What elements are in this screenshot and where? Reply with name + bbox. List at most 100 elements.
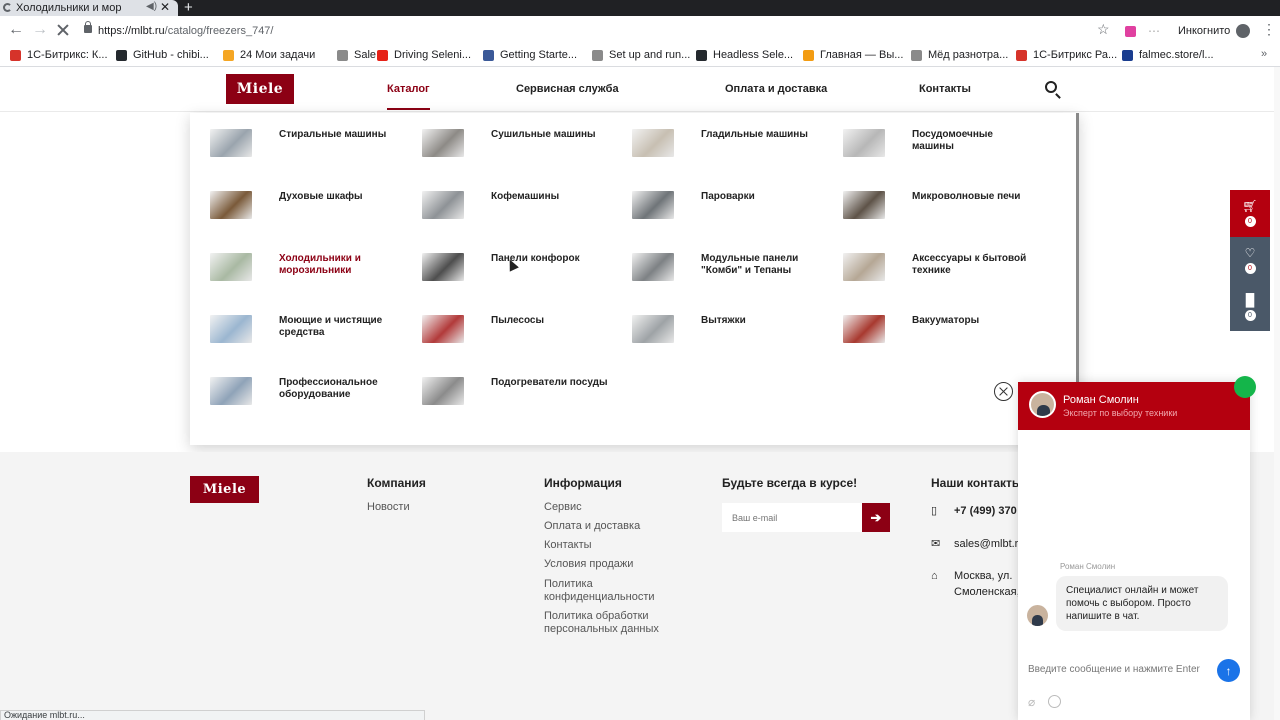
extension-icon[interactable] [1125,26,1136,37]
footer-link-data-policy[interactable]: Политика обработки персональных данных [544,610,674,636]
cart-count: 0 [1244,216,1256,227]
catalog-item[interactable]: Кофемашины [422,191,622,233]
catalog-item[interactable]: Моющие и чистящие средства [210,315,410,357]
chat-widget: Роман Смолин Эксперт по выбору техники Р… [1018,376,1256,720]
footer-email[interactable]: sales@mlbt.ru [954,536,1024,552]
compare-button[interactable]: ▐▌ 0 [1230,284,1270,331]
bookmark-item[interactable]: Driving Seleni... [377,49,471,61]
footer-link-contacts[interactable]: Контакты [544,539,674,552]
bookmarks-bar: » 1С-Битрикс: К... GitHub - chibi... 24 Мо… [0,46,1280,67]
miele-logo[interactable]: Miele [226,74,294,104]
chat-header[interactable]: Роман Смолин Эксперт по выбору техники [1018,376,1256,430]
footer-miele-logo[interactable]: Miele [190,476,259,503]
emoji-icon[interactable] [1048,695,1061,708]
bookmark-favicon-icon [696,49,707,61]
bookmark-item[interactable]: GitHub - chibi... [116,49,209,61]
catalog-item[interactable]: Холодильники и морозильники [210,253,410,295]
chat-message-input[interactable]: Введите сообщение и нажмите Enter [1028,664,1213,675]
bookmark-item[interactable]: Set up and run... [592,49,690,61]
back-icon[interactable]: ← [8,21,24,39]
catalog-item[interactable]: Подогреватели посуды [422,377,622,419]
nav-payment-delivery[interactable]: Оплата и доставка [725,83,827,95]
tab-close-icon[interactable]: ✕ [160,0,170,14]
bookmark-item[interactable]: Мёд разнотра... [911,49,1008,61]
nav-service[interactable]: Сервисная служба [516,83,619,95]
catalog-item-image [843,315,885,343]
extension-icon-2[interactable]: ⋯ [1148,24,1160,38]
catalog-item-label: Духовые шкафы [279,191,363,202]
favorites-count: 0 [1244,263,1256,274]
catalog-item[interactable]: Стиральные машины [210,129,410,171]
bookmark-item[interactable]: Главная — Вы... [803,49,903,61]
bookmark-favicon-icon [10,49,21,61]
catalog-item[interactable]: Посудомоечные машины [843,129,1043,171]
catalog-item-label: Стиральные машины [279,129,387,140]
page-scrollbar[interactable] [1274,67,1280,720]
footer-link-news[interactable]: Новости [367,501,497,514]
catalog-item[interactable]: Модульные панели "Комби" и Тепаны [632,253,832,295]
close-chat-icon[interactable] [994,382,1013,401]
agent-role: Эксперт по выбору техники [1063,408,1178,418]
address-bar[interactable]: https://mlbt.ru/catalog/freezers_747/ [98,25,274,37]
catalog-item[interactable]: Гладильные машины [632,129,832,171]
tab-title: Холодильники и мор [16,2,122,14]
arrow-up-icon: ↑ [1225,663,1232,678]
catalog-item[interactable]: Вытяжки [632,315,832,357]
new-tab-icon[interactable]: + [184,0,193,16]
bookmarks-overflow-icon[interactable]: » [1261,48,1267,60]
subscribe-button[interactable]: ➔ [862,503,890,532]
message-author: Роман Смолин [1060,562,1116,571]
bookmark-label: 24 Мои задачи [240,49,316,61]
incognito-icon[interactable] [1236,24,1250,38]
footer-link-payment[interactable]: Оплата и доставка [544,520,674,533]
lock-icon[interactable] [84,21,92,33]
catalog-scrollbar[interactable] [1076,113,1079,383]
footer-address-line1: Москва, ул. [954,570,1013,582]
browser-status-bar: Ожидание mlbt.ru... [0,710,425,720]
browser-menu-icon[interactable]: ⋮ [1262,21,1276,38]
catalog-item-label: Подогреватели посуды [491,377,608,388]
stop-loading-icon[interactable] [57,24,69,36]
subscribe-email-input[interactable] [722,503,864,532]
bookmark-item[interactable]: 1С-Битрикс: К... [10,49,108,61]
catalog-item[interactable]: Микроволновые печи [843,191,1043,233]
catalog-item-label: Профессиональное оборудование [279,377,378,400]
footer-link-privacy[interactable]: Политика конфиденциальности [544,578,674,604]
nav-contacts[interactable]: Контакты [919,83,971,95]
bookmark-item[interactable]: falmec.store/l... [1122,49,1214,61]
phone-icon: ▯ [931,505,938,517]
catalog-item[interactable]: Пылесосы [422,315,622,357]
footer-link-terms[interactable]: Условия продажи [544,558,674,571]
incognito-label: Инкогнито [1178,25,1231,37]
footer-link-service[interactable]: Сервис [544,501,674,514]
forward-icon[interactable]: → [32,21,48,39]
browser-tabstrip: Холодильники и мор ◀) ✕ + [0,0,1280,16]
favorites-button[interactable]: ♡ 0 [1230,237,1270,284]
bookmark-item[interactable]: 1С-Битрикс Ра... [1016,49,1117,61]
catalog-item[interactable]: Сушильные машины [422,129,622,171]
browser-tab[interactable]: Холодильники и мор ◀) ✕ [0,0,178,16]
catalog-item[interactable]: Панели конфорок [422,253,622,295]
bookmark-label: Headless Sele... [713,49,794,61]
catalog-item-label: Аксессуары к бытовой технике [912,253,1027,276]
search-icon[interactable] [1045,81,1057,93]
cart-button[interactable]: 🛒︎ 0 [1230,190,1270,237]
audio-icon[interactable]: ◀) [146,1,157,12]
bookmark-item[interactable]: 24 Мои задачи [223,49,315,61]
catalog-item[interactable]: Аксессуары к бытовой технике [843,253,1043,295]
catalog-item[interactable]: Вакууматоры [843,315,1043,357]
bookmark-item[interactable]: Sale [337,49,376,61]
url-path: /catalog/freezers_747/ [164,25,274,37]
bookmark-star-icon[interactable]: ☆ [1097,21,1110,38]
attach-icon[interactable]: ⌀ [1028,695,1035,709]
bookmark-item[interactable]: Getting Starte... [483,49,577,61]
bookmark-item[interactable]: Headless Sele... [696,49,793,61]
nav-catalog[interactable]: Каталог [387,83,430,95]
catalog-item[interactable]: Профессиональное оборудование [210,377,410,419]
send-button[interactable]: ↑ [1217,659,1240,682]
footer-phone[interactable]: +7 (499) 370 [954,503,1017,519]
catalog-item-label: Модульные панели "Комби" и Тепаны [701,253,799,276]
catalog-item[interactable]: Пароварки [632,191,832,233]
catalog-item[interactable]: Духовые шкафы [210,191,410,233]
catalog-item-label: Посудомоечные машины [912,129,993,152]
